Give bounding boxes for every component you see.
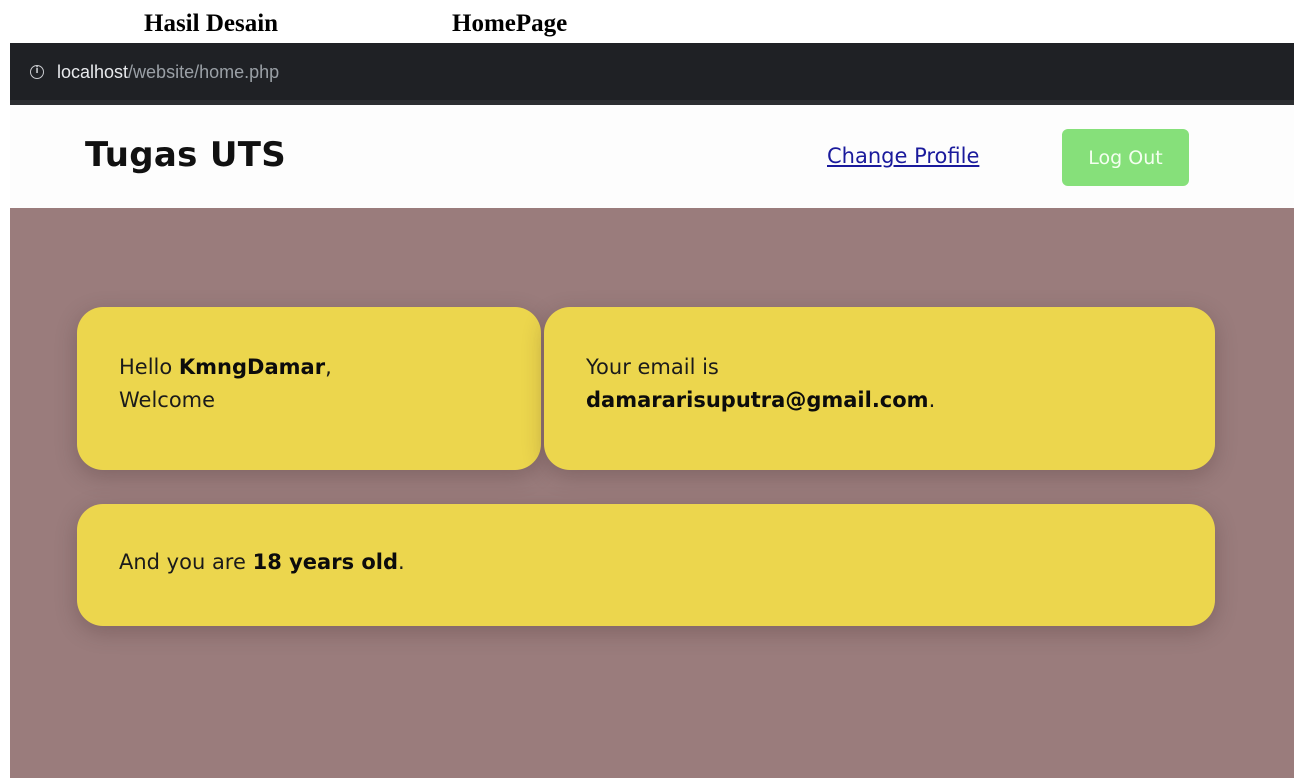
email-prefix: Your email is	[586, 355, 719, 379]
navbar: Tugas UTS Change Profile Log Out	[10, 105, 1294, 208]
age-suffix: .	[398, 550, 405, 574]
greeting-text: Hello	[119, 355, 179, 379]
change-profile-link[interactable]: Change Profile	[827, 144, 979, 168]
url-path: /website/home.php	[128, 62, 280, 82]
age-prefix: And you are	[119, 550, 253, 574]
site-brand: Tugas UTS	[85, 135, 287, 175]
username: KmngDamar	[178, 355, 326, 379]
caption-homepage: HomePage	[452, 10, 568, 37]
age-line: And you are 18 years old.	[119, 546, 1215, 579]
info-icon[interactable]: i	[30, 65, 44, 79]
email-address: damararisuputra@gmail.com	[586, 388, 929, 412]
url-host: localhost	[57, 62, 129, 82]
main-content: Hello KmngDamar, Welcome Your email is d…	[10, 208, 1294, 778]
browser-address-bar[interactable]: i localhost/website/home.php	[10, 43, 1294, 105]
email-line: damararisuputra@gmail.com.	[586, 384, 1215, 417]
welcome-text: Welcome	[119, 388, 216, 412]
welcome-card: Hello KmngDamar, Welcome	[77, 307, 541, 470]
age-value: 18 years old	[252, 550, 399, 574]
email-card: Your email is damararisuputra@gmail.com.	[544, 307, 1215, 470]
email-suffix: .	[928, 388, 936, 412]
age-card: And you are 18 years old.	[77, 504, 1215, 626]
url-text[interactable]: localhost/website/home.php	[57, 62, 279, 83]
greeting-comma: ,	[325, 355, 332, 379]
logout-button[interactable]: Log Out	[1062, 129, 1189, 186]
welcome-line: Hello KmngDamar,	[119, 351, 541, 384]
document-caption: Hasil Desain HomePage	[0, 0, 1294, 42]
caption-hasil-desain: Hasil Desain	[144, 10, 279, 37]
